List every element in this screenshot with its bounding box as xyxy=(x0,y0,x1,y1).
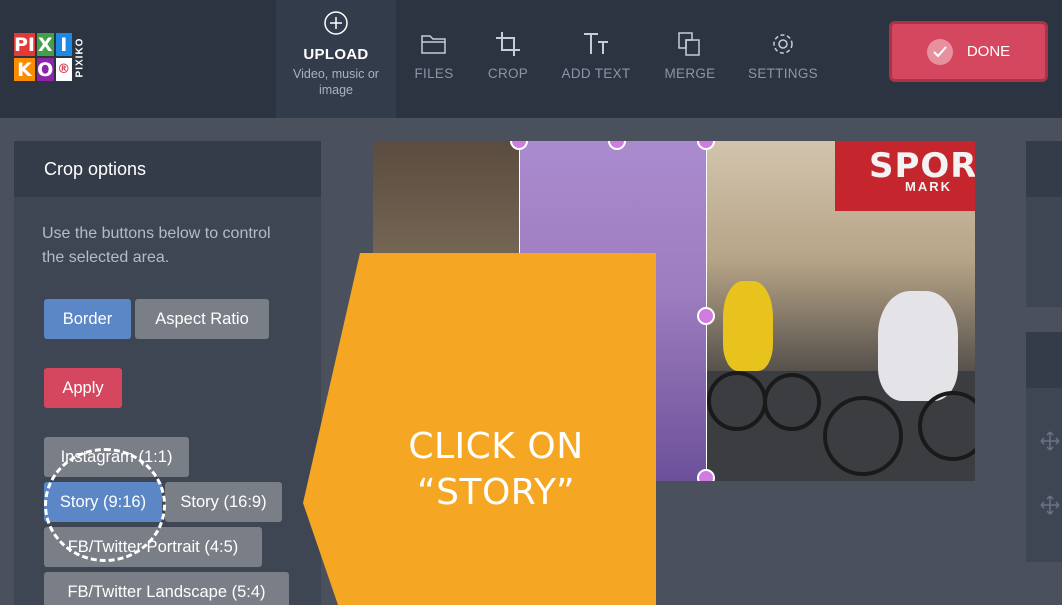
crop-icon xyxy=(495,30,521,58)
logo-letter: K xyxy=(14,58,35,81)
bike-wheel xyxy=(763,373,821,431)
cyclist-figure xyxy=(878,291,958,401)
merge-button[interactable]: MERGE xyxy=(660,0,720,118)
upload-label: UPLOAD xyxy=(303,46,369,63)
upload-sublabel: Video, music or image xyxy=(293,67,379,97)
aspect-ratio-button[interactable]: Aspect Ratio xyxy=(135,299,269,339)
bike-wheel xyxy=(707,371,767,431)
preset-story-16-9-button[interactable]: Story (16:9) xyxy=(165,482,282,522)
pixiko-logo[interactable]: PI X I K O ® PIXIKO xyxy=(14,33,86,83)
gear-icon xyxy=(769,30,797,58)
preset-fb-portrait-button[interactable]: FB/Twitter Portrait (4:5) xyxy=(44,527,262,567)
crop-button[interactable]: CROP xyxy=(478,0,538,118)
logo-letter: ® xyxy=(55,58,72,81)
shop-sign-subtext: MARK xyxy=(905,179,952,194)
text-icon xyxy=(582,30,610,58)
logo-letter: O xyxy=(37,58,54,81)
settings-label: SETTINGS xyxy=(748,66,818,81)
preset-instagram-button[interactable]: Instagram (1:1) xyxy=(44,437,189,477)
callout-line-2: “STORY” xyxy=(416,472,576,513)
plus-circle-icon xyxy=(322,9,350,37)
logo-letter: X xyxy=(37,33,54,56)
done-button[interactable]: DONE xyxy=(892,24,1045,79)
cyclist-figure xyxy=(723,281,773,371)
files-label: FILES xyxy=(414,66,454,81)
folder-icon xyxy=(420,30,448,58)
logo-letter: PI xyxy=(14,33,35,56)
top-toolbar: PI X I K O ® PIXIKO UPLOAD Video, music … xyxy=(0,0,1062,118)
callout-line-1: CLICK ON xyxy=(408,426,584,467)
panel-description: Use the buttons below to control the sel… xyxy=(42,225,271,266)
right-panel-top xyxy=(1026,141,1062,307)
crop-label: CROP xyxy=(487,66,529,81)
right-panel-header xyxy=(1026,141,1062,197)
preset-story-9-16-button[interactable]: Story (9:16) xyxy=(44,482,162,522)
bike-wheel xyxy=(823,396,903,476)
move-icon[interactable] xyxy=(1040,431,1060,456)
preset-fb-landscape-button[interactable]: FB/Twitter Landscape (5:4) xyxy=(44,572,289,605)
logo-side-text: PIXIKO xyxy=(74,37,86,77)
border-button[interactable]: Border xyxy=(44,299,131,339)
merge-icon xyxy=(676,30,704,58)
add-text-label: ADD TEXT xyxy=(561,66,631,81)
callout-text: CLICK ON “STORY” xyxy=(343,424,649,516)
check-icon xyxy=(926,38,953,65)
upload-button[interactable]: UPLOAD Video, music or image xyxy=(276,0,396,118)
crop-handle[interactable] xyxy=(697,307,715,325)
settings-button[interactable]: SETTINGS xyxy=(745,0,821,118)
files-button[interactable]: FILES xyxy=(404,0,464,118)
right-panel-header xyxy=(1026,332,1062,388)
move-icon[interactable] xyxy=(1040,495,1060,520)
done-label: DONE xyxy=(966,43,1011,60)
apply-button[interactable]: Apply xyxy=(44,368,122,408)
logo-letter: I xyxy=(55,33,72,56)
add-text-button[interactable]: ADD TEXT xyxy=(556,0,636,118)
merge-label: MERGE xyxy=(664,66,716,81)
crop-handle[interactable] xyxy=(697,469,715,481)
panel-title: Crop options xyxy=(14,141,321,197)
